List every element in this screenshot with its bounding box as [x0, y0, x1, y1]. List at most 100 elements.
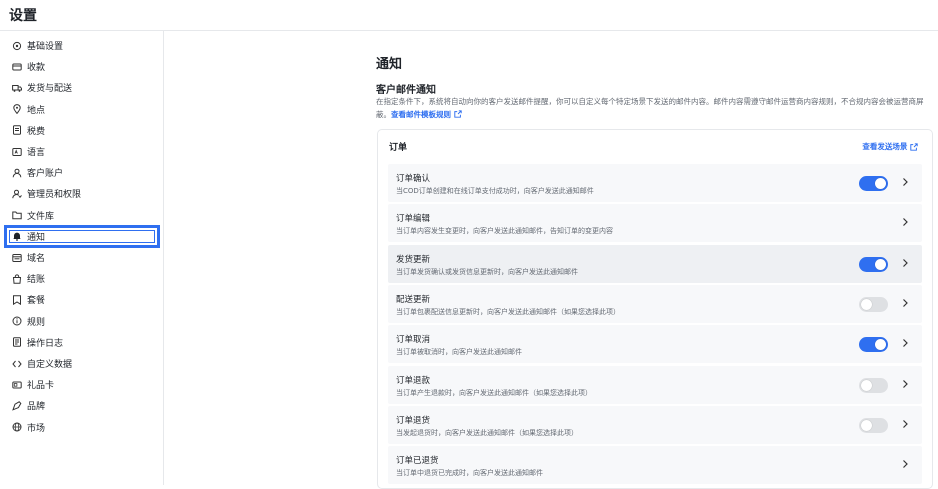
toggle-knob [861, 419, 872, 431]
top-bar: 设置 [0, 0, 938, 31]
notification-row[interactable]: 发货更新当订单发货确认或发货信息更新时，向客户发送此通知邮件 [388, 244, 922, 283]
custom-data-icon [11, 358, 22, 369]
notification-row[interactable]: 订单退款 当订单产生退款时，向客户发送此通知邮件（如果您选择此项） [388, 365, 922, 404]
toggle-knob [875, 258, 886, 270]
admin-user-icon [11, 188, 22, 199]
sidebar-item-17[interactable]: 品牌 [6, 396, 158, 415]
sidebar-item-label: 域名 [27, 254, 46, 264]
toggle-knob [861, 298, 872, 310]
toggle-knob [875, 339, 886, 351]
folder-icon [11, 210, 22, 221]
notification-toggle[interactable] [859, 296, 888, 312]
notification-row[interactable]: 订单已退货当订单中退货已完成时，向客户发送此通知邮件 [388, 446, 922, 485]
chevron-right-icon [903, 298, 908, 307]
chevron-right-icon [903, 379, 908, 388]
location-pin-icon [11, 104, 22, 115]
notification-description: 当订单被取消时，向客户发送此通知邮件 [396, 348, 522, 357]
notification-row[interactable]: 订单取消 当订单被取消时，向客户发送此通知邮件 [388, 325, 922, 364]
notification-description: 当发起退货时，向客户发送此通知邮件（如果您选择此项） [396, 428, 578, 437]
toggle-knob [875, 178, 886, 189]
sidebar-item-10[interactable]: 域名 [6, 248, 158, 267]
domain-icon [11, 252, 22, 263]
settings-sidebar: 基础设置收款发货与配送地点税费语言客户账户管理员和权限文件库通知域名结账套餐规则… [0, 31, 164, 485]
notification-description: 当订单中退货已完成时，向客户发送此通知邮件 [396, 469, 543, 478]
sidebar-item-label: 地点 [27, 105, 46, 116]
notification-title: 订单已退货 [396, 456, 439, 467]
sidebar-item-4[interactable]: 税费 [6, 121, 158, 140]
sidebar-item-16[interactable]: 礼品卡 [6, 375, 158, 394]
external-link-icon [453, 110, 462, 118]
notification-row[interactable]: 订单编辑当订单内容发生变更时，向客户发送此通知邮件，告知订单的变更内容 [388, 204, 922, 243]
external-link-icon [910, 142, 918, 151]
sidebar-item-7[interactable]: 管理员和权限 [6, 184, 158, 203]
sidebar-item-3[interactable]: 地点 [6, 100, 158, 119]
sidebar-item-label: 基础设置 [27, 42, 64, 52]
email-template-rules-link[interactable]: 查看邮件模板规则 [391, 110, 462, 119]
sidebar-item-15[interactable]: 自定义数据 [6, 354, 158, 373]
sidebar-item-label: 规则 [27, 317, 46, 328]
sidebar-item-5[interactable]: 语言 [6, 142, 158, 161]
sidebar-item-18[interactable]: 市场 [6, 418, 158, 437]
sidebar-item-2[interactable]: 发货与配送 [6, 78, 158, 97]
notification-toggle[interactable] [859, 176, 888, 191]
notification-toggle[interactable] [859, 377, 888, 393]
shopping-bag-icon [11, 273, 22, 284]
gift-card-icon [11, 379, 22, 390]
main-panel: 通知 客户邮件通知 在指定条件下，系统将自动向你的客户发送邮件提醒，你可以自定义… [165, 31, 938, 489]
notification-description: 当订单发货确认或发货信息更新时，向客户发送此通知邮件 [396, 267, 578, 276]
notification-title: 订单确认 [396, 174, 431, 184]
page-title: 通知 [376, 57, 403, 72]
info-icon [11, 316, 22, 327]
receipt-icon [11, 125, 22, 136]
chevron-right-icon [903, 178, 908, 186]
sidebar-item-label: 发货与配送 [27, 84, 73, 95]
view-send-scenarios-link[interactable]: 查看发送场景 [862, 141, 918, 152]
notification-row[interactable]: 订单退货当发起退货时，向客户发送此通知邮件（如果您选择此项） [388, 405, 922, 444]
notification-description: 当订单包裹配送信息更新时，向客户发送此通知邮件（如果您选择此项） [396, 307, 620, 316]
chevron-right-icon [903, 419, 908, 428]
sidebar-item-label: 客户账户 [27, 169, 64, 180]
user-icon [11, 167, 22, 178]
sidebar-item-label: 礼品卡 [27, 381, 55, 392]
globe-icon [11, 422, 22, 433]
order-notifications-card: 订单 查看发送场景 订单确认 当COD订单创建和在线订单支付成功时，向客户发送此通… [377, 129, 933, 489]
truck-icon [11, 82, 22, 93]
sidebar-item-12[interactable]: 套餐 [6, 290, 158, 309]
sidebar-item-0[interactable]: 基础设置 [6, 36, 158, 55]
plan-icon [11, 294, 22, 305]
notification-toggle[interactable] [859, 337, 888, 353]
sidebar-item-1[interactable]: 收款 [6, 57, 158, 76]
notification-title: 配送更新 [396, 294, 431, 305]
notification-row[interactable]: 订单确认 当COD订单创建和在线订单支付成功时，向客户发送此通知邮件 [388, 164, 922, 202]
sidebar-item-label: 操作日志 [27, 338, 64, 349]
sidebar-item-label: 通知 [27, 232, 46, 243]
brand-icon [11, 400, 22, 411]
sidebar-item-label: 结账 [27, 275, 46, 286]
chevron-right-icon [903, 339, 908, 348]
sidebar-item-label: 管理员和权限 [27, 190, 82, 201]
notification-toggle[interactable] [859, 417, 888, 433]
sidebar-item-8[interactable]: 文件库 [6, 206, 158, 225]
sidebar-item-9[interactable]: 通知 [4, 224, 160, 248]
notification-row[interactable]: 配送更新当订单包裹配送信息更新时，向客户发送此通知邮件（如果您选择此项） [388, 284, 922, 323]
bell-icon [11, 231, 22, 242]
notification-title: 订单编辑 [396, 214, 431, 225]
notification-description: 当订单产生退款时，向客户发送此通知邮件（如果您选择此项） [396, 388, 592, 397]
log-icon [11, 337, 22, 348]
sidebar-item-14[interactable]: 操作日志 [6, 333, 158, 352]
sidebar-item-6[interactable]: 客户账户 [6, 163, 158, 182]
chevron-right-icon [903, 460, 908, 469]
card-title: 订单 [389, 143, 408, 153]
settings-gear-icon [11, 40, 22, 51]
sidebar-item-13[interactable]: 规则 [6, 312, 158, 331]
sidebar-item-label: 收款 [27, 63, 46, 74]
page-header-title: 设置 [9, 8, 37, 24]
sidebar-item-label: 套餐 [27, 296, 46, 307]
notification-description: 当订单内容发生变更时，向客户发送此通知邮件，告知订单的变更内容 [396, 227, 613, 236]
notification-toggle[interactable] [859, 256, 888, 272]
notification-title: 发货更新 [396, 254, 431, 265]
toggle-knob [861, 379, 872, 391]
sidebar-item-11[interactable]: 结账 [6, 269, 158, 288]
notification-title: 订单退货 [396, 415, 431, 426]
chevron-right-icon [903, 258, 908, 267]
